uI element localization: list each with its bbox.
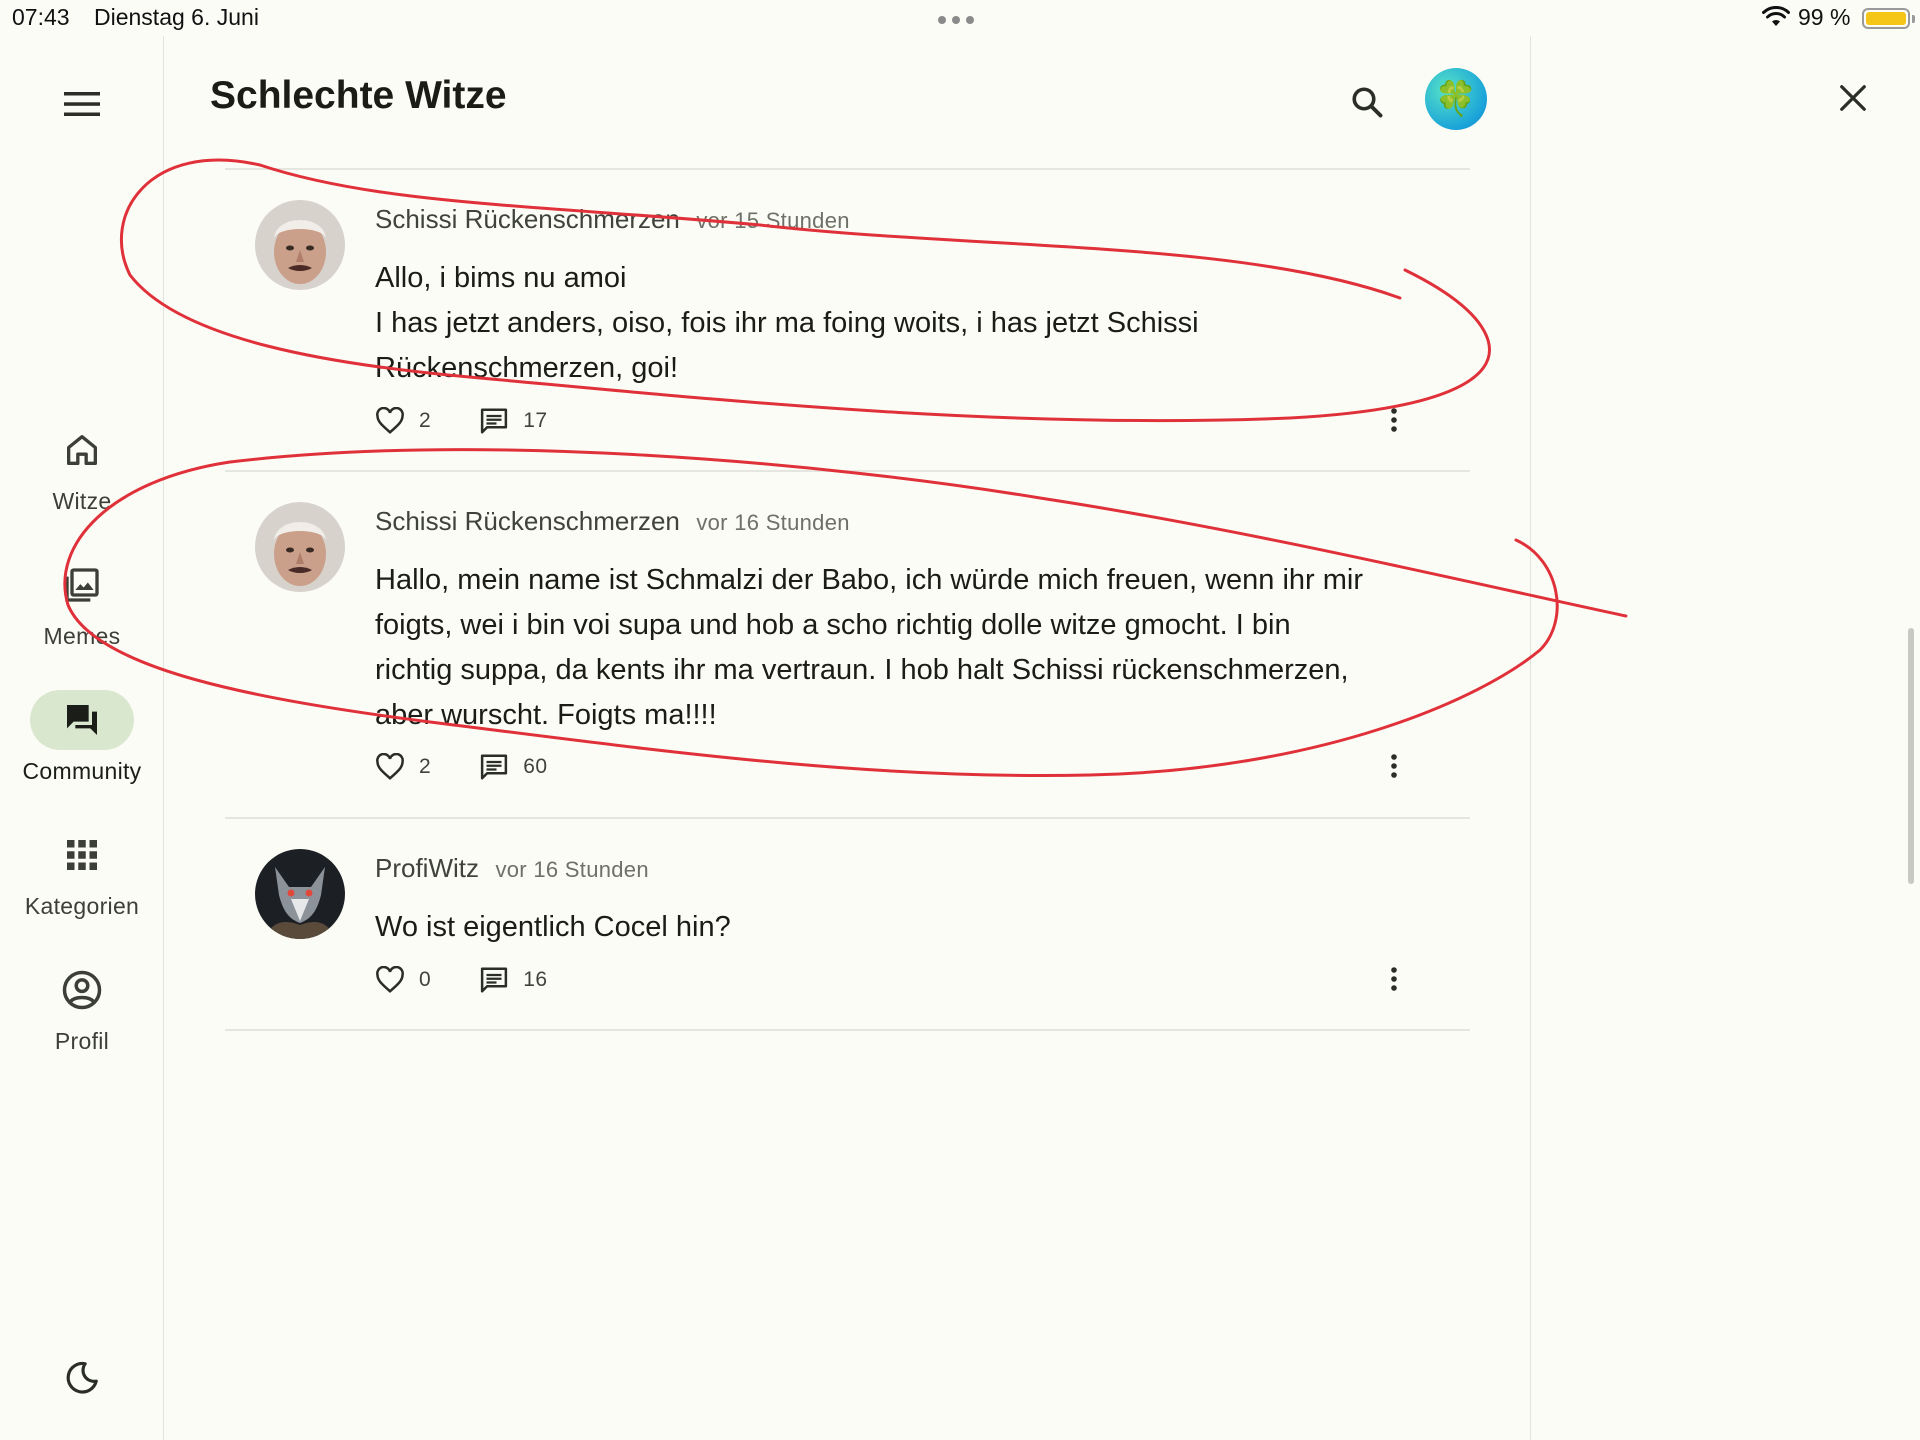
nav-label-kategorien: Kategorien — [24, 893, 140, 919]
active-indicator — [30, 690, 134, 750]
battery-icon — [1862, 8, 1915, 29]
author-avatar[interactable] — [255, 200, 345, 290]
close-icon[interactable] — [1831, 76, 1875, 120]
like-button[interactable]: 0 — [375, 966, 431, 994]
wifi-icon — [1762, 6, 1790, 26]
comments-button[interactable]: 60 — [479, 752, 547, 782]
post-author[interactable]: Schissi Rückenschmerzen — [375, 506, 680, 536]
menu-icon[interactable] — [60, 82, 104, 126]
nav-item-memes[interactable]: Memes — [0, 555, 164, 650]
comment-count: 16 — [523, 968, 548, 991]
comment-icon — [481, 967, 508, 993]
heart-icon — [376, 753, 404, 780]
author-avatar[interactable] — [255, 849, 345, 939]
post-text: Wo ist eigentlich Cocel hin? — [375, 905, 1415, 950]
search-icon[interactable] — [1341, 76, 1393, 128]
post-text-line: Allo, i bims nu amoi — [375, 262, 627, 294]
comments-button[interactable]: 17 — [479, 406, 547, 436]
status-time: 07:43 — [12, 4, 70, 30]
nav-label-memes: Memes — [43, 623, 121, 649]
comments-button[interactable]: 16 — [479, 965, 547, 995]
scrollbar[interactable] — [1908, 628, 1914, 884]
post-actions: 0 16 — [375, 965, 548, 995]
comment-icon — [481, 754, 508, 780]
post-text-line: richtig suppa, da kents ihr ma vertraun.… — [375, 654, 1349, 686]
nav-item-witze[interactable]: Witze — [0, 420, 164, 515]
home-icon — [67, 435, 98, 465]
page-title: Schlechte Witze — [210, 74, 507, 117]
post-item[interactable]: Schissi Rückenschmerzen vor 16 Stunden H… — [225, 472, 1470, 817]
post-text: Hallo, mein name ist Schmalzi der Babo, … — [375, 558, 1415, 738]
user-avatar[interactable]: 🍀 — [1425, 68, 1487, 130]
multitasking-dots-icon[interactable] — [938, 16, 974, 24]
post-author[interactable]: ProfiWitz — [375, 853, 479, 883]
like-count: 2 — [419, 755, 432, 778]
like-button[interactable]: 2 — [375, 407, 431, 435]
status-bar: 07:43 Dienstag 6. Juni 99 % — [0, 0, 1920, 36]
main-panel: Schlechte Witze 🍀 Schissi Rückenschmerze… — [165, 36, 1531, 1440]
navigation-rail: Witze Memes Community Kategorien Profil — [0, 36, 164, 1440]
post-text: Allo, i bims nu amoi I has jetzt anders,… — [375, 256, 1415, 391]
post-text-line: foigts, wei i bin voi supa und hob a sch… — [375, 609, 1291, 641]
like-count: 0 — [419, 968, 432, 991]
like-count: 2 — [419, 409, 432, 432]
heart-icon — [376, 407, 404, 434]
post-text-line: aber wurscht. Foigts ma!!!! — [375, 699, 717, 731]
comment-count: 60 — [523, 755, 548, 778]
comment-icon — [481, 408, 508, 434]
post-time: vor 16 Stunden — [696, 510, 850, 535]
nav-item-kategorien[interactable]: Kategorien — [0, 825, 164, 920]
post-item[interactable]: ProfiWitz vor 16 Stunden Wo ist eigentli… — [225, 819, 1470, 1029]
like-button[interactable]: 2 — [375, 753, 431, 781]
nav-label-profil: Profil — [54, 1028, 110, 1054]
comment-count: 17 — [523, 409, 548, 432]
more-vert-icon[interactable] — [1379, 744, 1409, 788]
post-text-line: I has jetzt anders, oiso, fois ihr ma fo… — [375, 307, 1199, 339]
post-text-line: Hallo, mein name ist Schmalzi der Babo, … — [375, 564, 1364, 596]
author-avatar[interactable] — [255, 502, 345, 592]
post-time: vor 15 Stunden — [696, 208, 850, 233]
divider — [225, 1029, 1470, 1031]
more-vert-icon[interactable] — [1379, 957, 1409, 1001]
forum-icon — [67, 705, 97, 735]
post-author[interactable]: Schissi Rückenschmerzen — [375, 204, 680, 234]
status-date: Dienstag 6. Juni — [94, 4, 259, 30]
post-text-line: Rückenschmerzen, goi! — [375, 352, 679, 384]
grid-icon — [67, 840, 97, 870]
heart-icon — [376, 966, 404, 993]
account-circle-icon — [62, 970, 102, 1010]
nav-label-community: Community — [22, 758, 142, 784]
post-actions: 2 17 — [375, 406, 548, 436]
nav-label-witze: Witze — [52, 488, 112, 514]
nav-item-profil[interactable]: Profil — [0, 960, 164, 1055]
moon-icon[interactable] — [60, 1356, 104, 1400]
more-vert-icon[interactable] — [1379, 398, 1409, 442]
battery-percent: 99 % — [1798, 4, 1851, 30]
post-list: Schissi Rückenschmerzen vor 15 Stunden A… — [225, 168, 1470, 1031]
post-actions: 2 60 — [375, 752, 548, 782]
post-time: vor 16 Stunden — [495, 857, 649, 882]
nav-item-community[interactable]: Community — [0, 690, 164, 785]
post-text-line: Wo ist eigentlich Cocel hin? — [375, 911, 731, 943]
post-item[interactable]: Schissi Rückenschmerzen vor 15 Stunden A… — [225, 170, 1470, 470]
image-icon — [65, 568, 99, 602]
